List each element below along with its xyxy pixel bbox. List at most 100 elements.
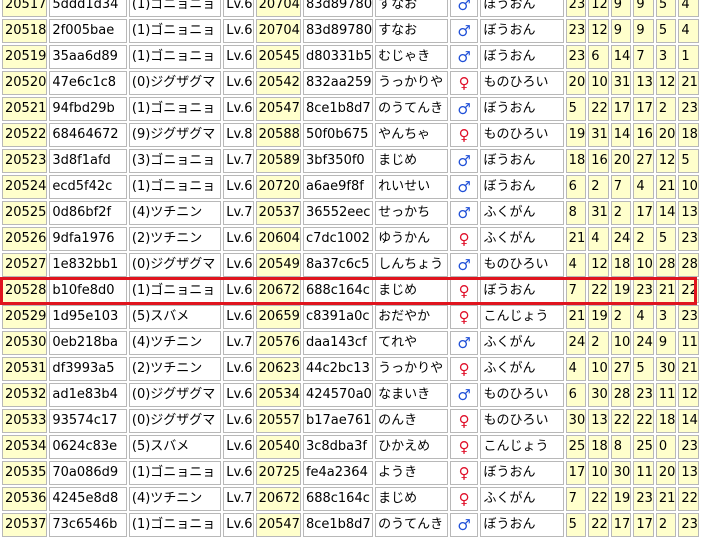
partner-hash-cell: 8a37c6c5	[302, 253, 374, 277]
ability-cell: ふくがん	[480, 357, 564, 381]
iv-cell: 2	[655, 97, 677, 121]
level-cell: Lv.6	[223, 227, 254, 251]
nature-cell: しんちょう	[375, 253, 448, 277]
iv-cell: 0	[655, 435, 677, 459]
ability-cell: ぼうおん	[480, 461, 564, 485]
male-symbol-icon: ♂	[449, 253, 479, 277]
nature-cell: おだやか	[375, 305, 448, 329]
iv-cell: 17	[633, 97, 654, 121]
ability-cell: ぼうおん	[480, 175, 564, 199]
pokemon-cell: (9)ジグザグマ	[128, 123, 222, 147]
iv-cell: 22	[588, 487, 609, 511]
table-row: 20529 1d95e103 (5)スバメ Lv.6 20659 c8391a0c おだやか…	[2, 305, 699, 329]
iv-cell: 30	[565, 409, 587, 433]
level-cell: Lv.6	[223, 435, 254, 459]
pokemon-cell: (1)ゴニョニョ	[128, 0, 222, 17]
iv-cell: 7	[610, 175, 632, 199]
iv-cell: 31	[588, 201, 609, 225]
table-row: 20519 35aa6d89 (1)ゴニョニョ Lv.6 20545 d80331b5 むじ…	[2, 45, 699, 69]
iv-cell: 12	[678, 383, 699, 407]
iv-cell: 19	[588, 305, 609, 329]
hash-cell: 68464672	[49, 123, 127, 147]
iv-cell: 23	[633, 383, 654, 407]
iv-cell: 12	[588, 19, 609, 43]
iv-cell: 20	[655, 123, 677, 147]
hash-cell: b10fe8d0	[49, 279, 127, 303]
pokemon-cell: (5)スバメ	[128, 435, 222, 459]
level-cell: Lv.6	[223, 357, 254, 381]
iv-cell: 13	[633, 71, 654, 95]
iv-cell: 21	[655, 487, 677, 511]
female-symbol-icon: ♀	[449, 71, 479, 95]
table-row: 20530 0eb218ba (4)ツチニン Lv.7 20576 daa143cf てれや…	[2, 331, 699, 355]
row-id-cell: 20518	[2, 19, 48, 43]
nature-cell: ゆうかん	[375, 227, 448, 251]
iv-cell: 18	[565, 149, 587, 173]
iv-cell: 25	[565, 435, 587, 459]
row-id-cell: 20535	[2, 461, 48, 485]
iv-cell: 7	[565, 279, 587, 303]
nature-cell: すなお	[375, 0, 448, 17]
iv-cell: 17	[610, 513, 632, 537]
partner-id-cell: 20725	[255, 461, 301, 485]
iv-cell: 10	[610, 331, 632, 355]
partner-id-cell: 20704	[255, 19, 301, 43]
level-cell: Lv.6	[223, 383, 254, 407]
iv-cell: 12	[588, 253, 609, 277]
male-symbol-icon: ♂	[449, 383, 479, 407]
nature-cell: むじゃき	[375, 45, 448, 69]
ability-cell: こんじょう	[480, 305, 564, 329]
iv-cell: 23	[565, 19, 587, 43]
hash-cell: 70a086d9	[49, 461, 127, 485]
results-table-body: 20517 5ddd1d34 (1)ゴニョニョ Lv.6 20704 83d89780 すな…	[2, 0, 699, 537]
iv-cell: 20	[565, 71, 587, 95]
iv-cell: 24	[610, 227, 632, 251]
iv-cell: 4	[588, 227, 609, 251]
partner-hash-cell: 83d89780	[302, 19, 374, 43]
partner-id-cell: 20672	[255, 279, 301, 303]
iv-cell: 11	[655, 383, 677, 407]
iv-cell: 10	[678, 175, 699, 199]
partner-id-cell: 20534	[255, 383, 301, 407]
iv-cell: 21	[655, 175, 677, 199]
ability-cell: ぼうおん	[480, 279, 564, 303]
partner-id-cell: 20704	[255, 0, 301, 17]
partner-id-cell: 20542	[255, 71, 301, 95]
table-row: 20534 0624c83e (5)スバメ Lv.6 20540 3c8dba3f ひかえめ…	[2, 435, 699, 459]
pokemon-cell: (4)ツチニン	[128, 487, 222, 511]
partner-id-cell: 20576	[255, 331, 301, 355]
row-id-cell: 20531	[2, 357, 48, 381]
iv-cell: 9	[633, 19, 654, 43]
iv-cell: 22	[678, 279, 699, 303]
iv-cell: 3	[655, 305, 677, 329]
iv-cell: 14	[610, 45, 632, 69]
pokemon-cell: (1)ゴニョニョ	[128, 45, 222, 69]
partner-id-cell: 20672	[255, 487, 301, 511]
nature-cell: まじめ	[375, 487, 448, 511]
level-cell: Lv.7	[223, 331, 254, 355]
iv-cell: 23	[678, 227, 699, 251]
pokemon-cell: (4)ツチニン	[128, 201, 222, 225]
iv-cell: 23	[565, 45, 587, 69]
ability-cell: ものひろい	[480, 409, 564, 433]
iv-cell: 13	[678, 201, 699, 225]
iv-cell: 5	[655, 0, 677, 17]
female-symbol-icon: ♀	[449, 305, 479, 329]
row-id-cell: 20537	[2, 513, 48, 537]
ability-cell: ふくがん	[480, 331, 564, 355]
iv-cell: 18	[610, 253, 632, 277]
hash-cell: ecd5f42c	[49, 175, 127, 199]
level-cell: Lv.6	[223, 175, 254, 199]
level-cell: Lv.8	[223, 123, 254, 147]
iv-cell: 24	[633, 331, 654, 355]
iv-cell: 2	[610, 201, 632, 225]
partner-hash-cell: 688c164c	[302, 487, 374, 511]
row-id-cell: 20519	[2, 45, 48, 69]
pokemon-cell: (4)ツチニン	[128, 331, 222, 355]
ability-cell: ぼうおん	[480, 19, 564, 43]
row-id-cell: 20536	[2, 487, 48, 511]
hash-cell: 9dfa1976	[49, 227, 127, 251]
hash-cell: 0d86bf2f	[49, 201, 127, 225]
iv-cell: 5	[565, 513, 587, 537]
ability-cell: ぼうおん	[480, 0, 564, 17]
